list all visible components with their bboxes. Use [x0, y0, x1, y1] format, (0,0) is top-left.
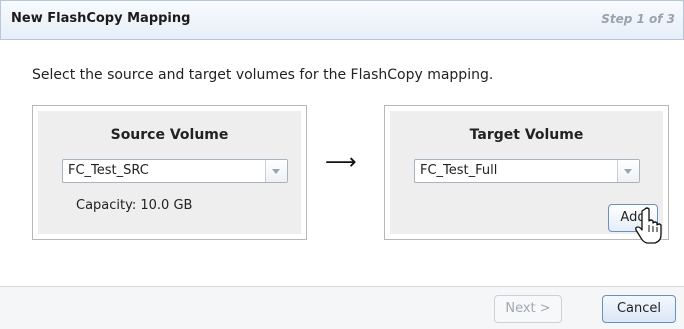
source-volume-label: Source Volume — [110, 127, 229, 143]
source-volume-select[interactable]: FC_Test_SRC — [62, 159, 288, 183]
dialog-footer: Next > Cancel — [0, 286, 684, 329]
target-volume-panel: Target Volume FC_Test_Full Add — [384, 105, 669, 240]
chevron-down-icon[interactable] — [265, 160, 287, 182]
dialog-titlebar: New FlashCopy Mapping Step 1 of 3 — [0, 0, 684, 40]
source-volume-value: FC_Test_SRC — [68, 163, 149, 178]
source-volume-panel-body: Source Volume FC_Test_SRC Capacity: 10.0… — [38, 111, 301, 234]
target-volume-select[interactable]: FC_Test_Full — [414, 159, 640, 183]
new-flashcopy-mapping-dialog: New FlashCopy Mapping Step 1 of 3 Select… — [0, 0, 684, 329]
target-volume-label: Target Volume — [469, 127, 584, 143]
right-arrow-icon: ⟶ — [325, 150, 357, 175]
step-indicator: Step 1 of 3 — [601, 12, 675, 26]
source-volume-panel: Source Volume FC_Test_SRC Capacity: 10.0… — [32, 105, 307, 240]
cancel-button[interactable]: Cancel — [602, 295, 676, 323]
target-volume-value: FC_Test_Full — [420, 163, 498, 178]
source-capacity: Capacity: 10.0 GB — [76, 198, 193, 213]
instruction-text: Select the source and target volumes for… — [32, 67, 494, 83]
dialog-title: New FlashCopy Mapping — [11, 11, 191, 26]
target-volume-panel-body: Target Volume FC_Test_Full Add — [390, 111, 663, 234]
chevron-down-icon[interactable] — [617, 160, 639, 182]
hand-cursor-icon — [635, 207, 662, 244]
next-button[interactable]: Next > — [494, 295, 562, 323]
